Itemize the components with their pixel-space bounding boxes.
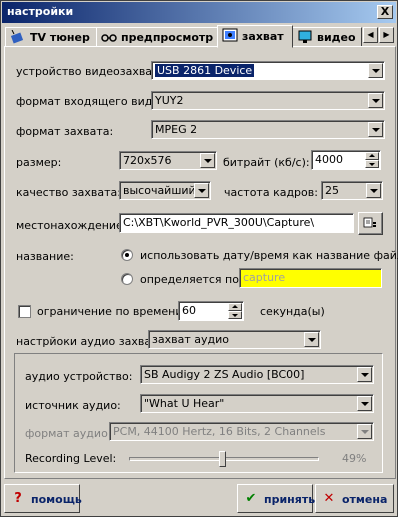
audio-device-value: SB Audigy 2 ZS Audio [BC00] — [144, 368, 305, 381]
cancel-x-icon: ✕ — [323, 491, 335, 506]
radio-datetime-label: использовать дату/время как название фай… — [140, 249, 398, 262]
audio-source-label: источник аудио: — [25, 399, 121, 412]
chevron-down-icon[interactable] — [368, 63, 383, 78]
chevron-down-icon[interactable] — [368, 122, 383, 137]
audio-device-label: аудио устройство: — [25, 370, 133, 383]
tab-tv-tuner[interactable]: TV тюнер — [5, 27, 97, 47]
help-label: помощь — [31, 493, 82, 506]
tv-tuner-icon — [10, 30, 24, 44]
cancel-button[interactable]: ✕ отмена — [315, 484, 394, 513]
chevron-down-icon[interactable] — [357, 367, 372, 382]
tab-scroll-left-button[interactable]: ◀ — [363, 27, 378, 43]
glasses-icon — [101, 34, 117, 42]
tab-label: предпросмотр — [121, 31, 214, 44]
location-value: C:\XBT\Kworld_PVR_300U\Capture\ — [123, 216, 315, 229]
device-value: USB 2861 Device — [155, 64, 255, 77]
framerate-label: частота кадров: — [224, 186, 318, 199]
audio-source-select[interactable]: "What U Hear" — [140, 394, 374, 413]
checkmark-icon: ✔ — [245, 491, 257, 506]
accept-button[interactable]: ✔ принять — [237, 484, 316, 513]
framerate-select[interactable]: 25 — [321, 181, 383, 200]
time-limit-label: ограничение по времени — [37, 305, 183, 318]
chevron-down-icon[interactable] — [366, 183, 381, 198]
custom-name-input[interactable]: capture — [239, 268, 382, 288]
size-label: размер: — [16, 156, 62, 169]
capture-format-label: формат захвата: — [16, 125, 114, 138]
radio-custom-name[interactable] — [121, 273, 133, 285]
close-button[interactable]: X — [377, 5, 393, 19]
tab-label: видео — [317, 31, 356, 44]
input-format-value: YUY2 — [155, 94, 184, 107]
time-limit-unit: секунда(ы) — [260, 305, 325, 318]
title-bar: настройки X — [2, 2, 396, 23]
quality-select[interactable]: высочайший — [119, 181, 211, 200]
chevron-down-icon[interactable] — [304, 332, 319, 347]
bitrate-label: битрайт (кб/с): — [223, 156, 310, 169]
audio-format-value: PCM, 44100 Hertz, 16 Bits, 2 Channels — [113, 425, 326, 438]
input-format-label: формат входящего видео: — [16, 95, 170, 108]
device-label: устройство видеозахвата: — [16, 65, 169, 78]
audio-settings-value: захват аудио — [152, 333, 229, 346]
custom-name-value: capture — [243, 271, 286, 284]
audio-source-value: "What U Hear" — [144, 397, 225, 410]
input-format-select[interactable]: YUY2 — [151, 91, 385, 110]
recording-level-slider-thumb[interactable] — [218, 451, 226, 467]
folder-browse-icon — [363, 217, 376, 228]
bitrate-value: 4000 — [315, 153, 343, 166]
name-label: название: — [16, 250, 74, 263]
radio-custom-label: определяется по — [140, 273, 239, 286]
audio-format-label: формат аудио: — [25, 427, 112, 440]
tab-label: захват — [242, 30, 284, 43]
tab-strip: TV тюнер предпросмотр захват видео ◀ ▶ — [3, 25, 397, 48]
tab-label: TV тюнер — [30, 31, 90, 44]
help-button[interactable]: ? помощь — [4, 484, 82, 513]
time-limit-checkbox[interactable] — [18, 305, 31, 318]
chevron-down-icon[interactable] — [357, 396, 372, 411]
location-input[interactable]: C:\XBT\Kworld_PVR_300U\Capture\ — [119, 213, 354, 233]
quality-label: качество захвата: — [16, 186, 121, 199]
bitrate-spinner[interactable]: 4000 — [311, 150, 381, 170]
cancel-label: отмена — [342, 493, 388, 506]
spin-down-icon[interactable] — [228, 311, 242, 319]
chevron-down-icon[interactable] — [200, 153, 215, 168]
spin-up-icon[interactable] — [228, 303, 242, 311]
radio-datetime[interactable] — [121, 249, 133, 261]
chevron-down-icon[interactable] — [194, 183, 209, 198]
framerate-value: 25 — [325, 184, 339, 197]
tab-capture[interactable]: захват — [217, 25, 293, 48]
chevron-down-icon — [357, 424, 372, 439]
capture-format-select[interactable]: MPEG 2 — [151, 120, 385, 139]
spin-up-icon[interactable] — [365, 152, 379, 160]
browse-folder-button[interactable] — [358, 212, 383, 235]
tab-preview[interactable]: предпросмотр — [96, 27, 218, 47]
capture-format-value: MPEG 2 — [155, 123, 198, 136]
spin-down-icon[interactable] — [365, 160, 379, 168]
window-title: настройки — [7, 5, 74, 18]
location-label: местонахождение: — [16, 219, 127, 232]
time-limit-value: 60 — [182, 304, 196, 317]
size-select[interactable]: 720x576 — [119, 151, 217, 170]
footer-bar: ? помощь ✔ принять ✕ отмена — [2, 482, 396, 515]
settings-window: настройки X TV тюнер предпросмотр захват… — [0, 0, 398, 517]
tab-scroll-right-button[interactable]: ▶ — [379, 27, 394, 43]
audio-settings-select[interactable]: захват аудио — [148, 330, 321, 349]
audio-format-select: PCM, 44100 Hertz, 16 Bits, 2 Channels — [109, 422, 374, 441]
help-icon: ? — [14, 491, 22, 506]
capture-icon — [222, 28, 238, 42]
device-select[interactable]: USB 2861 Device — [151, 61, 385, 80]
tab-video[interactable]: видео — [292, 27, 362, 47]
audio-settings-label: настрйоки аудио захвата: — [16, 335, 168, 348]
recording-level-label: Recording Level: — [25, 452, 117, 465]
monitor-icon — [298, 30, 312, 43]
accept-label: принять — [264, 493, 316, 506]
audio-device-select[interactable]: SB Audigy 2 ZS Audio [BC00] — [140, 365, 374, 384]
quality-value: высочайший — [123, 184, 196, 197]
recording-level-value: 49% — [342, 452, 367, 465]
chevron-down-icon[interactable] — [368, 93, 383, 108]
size-value: 720x576 — [123, 154, 172, 167]
time-limit-spinner[interactable]: 60 — [178, 301, 244, 321]
